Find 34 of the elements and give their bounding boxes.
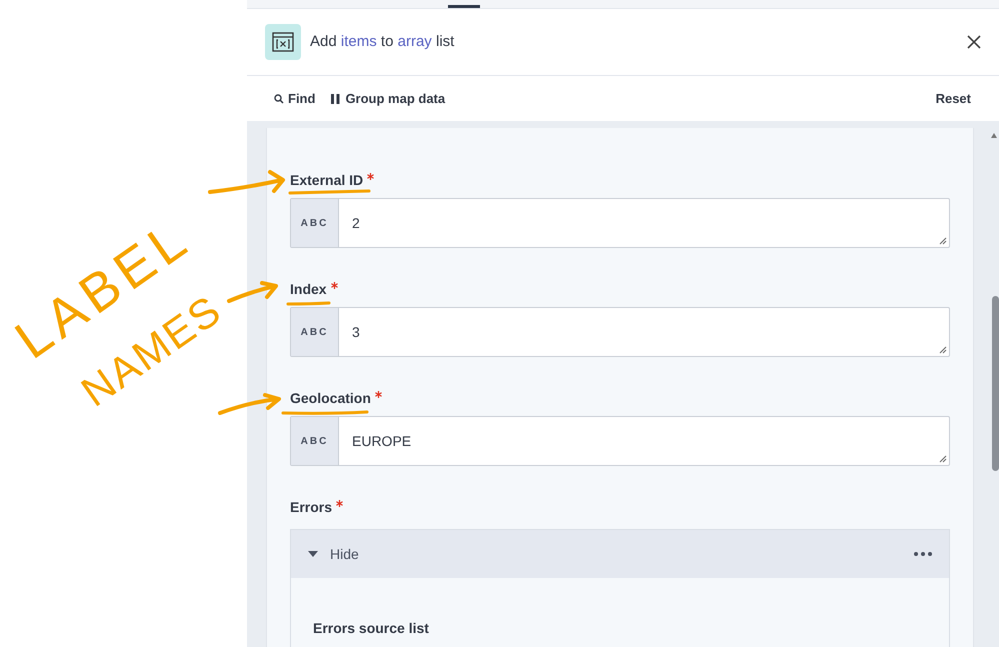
arrow-mark bbox=[227, 281, 278, 303]
panel-title: Add items to array list bbox=[310, 32, 454, 52]
field-label: Errors bbox=[290, 498, 332, 516]
type-prefix: ABC bbox=[291, 199, 339, 247]
caret-icon bbox=[308, 551, 318, 557]
resize-handle-icon[interactable] bbox=[939, 237, 947, 245]
field-label: External ID bbox=[290, 170, 364, 190]
more-icon[interactable] bbox=[914, 552, 932, 556]
scroll-up-icon[interactable] bbox=[990, 133, 996, 138]
search-icon bbox=[274, 94, 284, 104]
resize-handle-icon[interactable] bbox=[939, 455, 947, 463]
type-prefix: ABC bbox=[291, 308, 339, 356]
type-prefix: ABC bbox=[291, 417, 339, 465]
field-label: Index bbox=[290, 280, 327, 298]
field-label: Geolocation bbox=[290, 388, 371, 408]
find-button[interactable]: Find bbox=[274, 88, 316, 108]
resize-handle-icon[interactable] bbox=[939, 346, 947, 354]
field-value: 2 bbox=[352, 214, 360, 232]
group-map-data-button[interactable]: Group map data bbox=[331, 88, 446, 108]
tab-indicator bbox=[448, 5, 480, 8]
scrollbar-thumb[interactable] bbox=[992, 296, 999, 471]
underline-mark bbox=[286, 302, 330, 306]
field-value: EUROPE bbox=[352, 432, 412, 450]
text-field[interactable]: ABC 2 bbox=[290, 198, 950, 248]
reset-button[interactable]: Reset bbox=[936, 88, 971, 108]
variable-icon bbox=[265, 24, 301, 60]
hide-toggle[interactable]: Hide bbox=[291, 530, 949, 578]
text-field[interactable]: ABC 3 bbox=[290, 307, 950, 357]
field-value: 3 bbox=[352, 322, 360, 342]
close-icon[interactable] bbox=[967, 35, 981, 49]
text-field[interactable]: ABC EUROPE bbox=[290, 416, 950, 466]
section-label: Errors source list bbox=[313, 620, 429, 636]
columns-icon bbox=[331, 94, 340, 104]
arrow-mark bbox=[218, 393, 281, 415]
